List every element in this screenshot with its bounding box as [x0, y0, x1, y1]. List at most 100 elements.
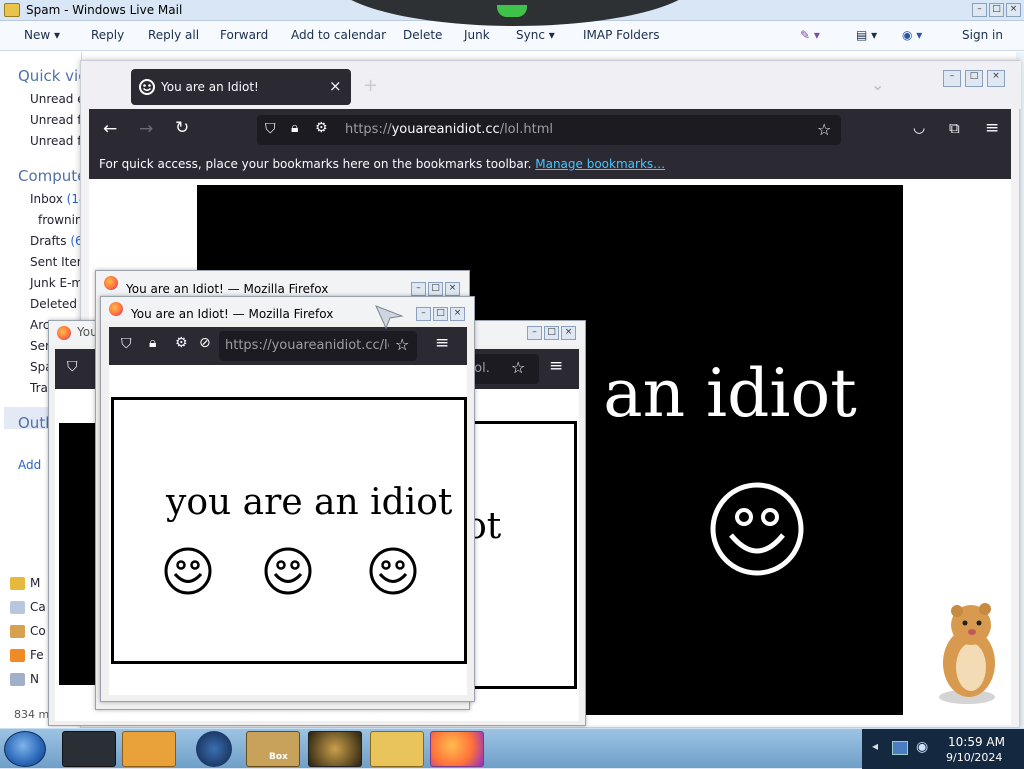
sign-in-link[interactable]: Sign in [962, 28, 1003, 42]
add-account-link[interactable]: Add [18, 458, 41, 472]
tab-close-icon[interactable]: × [329, 77, 342, 95]
lock-icon[interactable]: 🔒︎ [291, 120, 298, 136]
folder-sent[interactable]: Sent Item [30, 255, 81, 269]
menu-icon[interactable]: ≡ [435, 333, 449, 353]
nav-calendar[interactable]: Ca [30, 600, 46, 614]
delete-button[interactable]: Delete [403, 28, 442, 42]
bookmark-star-icon[interactable]: ☆ [511, 358, 525, 377]
reload-icon[interactable]: ↻ [175, 118, 189, 138]
shield-tray-icon[interactable]: ◉ [916, 739, 928, 755]
quick-view-item[interactable]: Unread fr [30, 113, 81, 127]
junk-button[interactable]: Junk [464, 28, 490, 42]
calendar-icon [10, 601, 25, 614]
folder-junk[interactable]: Junk E-m [30, 276, 81, 290]
tracking-shield-icon[interactable]: ⛉ [265, 121, 276, 137]
tray-expand-icon[interactable]: ◂ [872, 739, 878, 753]
folder-ser[interactable]: Ser [30, 339, 50, 353]
taskbar-game-icon[interactable] [308, 731, 362, 767]
minimize-icon[interactable]: – [416, 307, 431, 321]
minimize-icon[interactable]: – [527, 326, 542, 340]
quick-view-item[interactable]: Unread e [30, 92, 81, 106]
gadget-green-icon [497, 5, 527, 17]
folder-drafts[interactable]: Drafts (6 [30, 234, 81, 248]
back-icon[interactable]: ← [103, 119, 117, 139]
nav-newsgroups[interactable]: N [30, 672, 39, 686]
maximize-icon[interactable]: □ [433, 307, 448, 321]
computer-account-header[interactable]: Compute [18, 167, 81, 185]
autoplay-blocked-icon[interactable]: ⊘ [199, 335, 211, 351]
close-icon[interactable]: × [445, 282, 460, 296]
menu-icon[interactable]: ≡ [985, 118, 999, 138]
quick-view-item[interactable]: Unread fe [30, 134, 81, 148]
folder-inbox[interactable]: Inbox (14 [30, 192, 81, 206]
folder-deleted[interactable]: Deleted It [30, 297, 81, 311]
smiley-favicon-icon [139, 79, 155, 95]
taskbar-firefox-icon[interactable] [430, 731, 484, 767]
bookmark-star-icon[interactable]: ☆ [817, 120, 831, 139]
bookmark-star-icon[interactable]: ☆ [395, 335, 409, 354]
popup-title: You are an Idiot! — Mozilla Firefox [131, 307, 334, 321]
maximize-icon[interactable]: □ [989, 3, 1004, 17]
imap-folders-button[interactable]: IMAP Folders [583, 28, 660, 42]
list-tabs-icon[interactable]: ⌄ [871, 75, 884, 94]
tracking-shield-icon[interactable]: ⛉ [121, 336, 132, 352]
forward-button[interactable]: Forward [220, 28, 268, 42]
smiley-icon [164, 547, 212, 595]
folder-tra[interactable]: Tra [30, 381, 48, 395]
reply-all-button[interactable]: Reply all [148, 28, 199, 42]
maximize-icon[interactable]: □ [965, 70, 983, 87]
view-icon[interactable]: ▤ ▾ [856, 28, 877, 42]
new-tab-icon[interactable]: + [363, 75, 378, 96]
menu-icon[interactable]: ≡ [549, 356, 563, 376]
folder-inbox-sub[interactable]: frownin [38, 213, 81, 227]
taskbar-globe-icon[interactable] [196, 731, 232, 767]
close-icon[interactable]: × [987, 70, 1005, 87]
close-icon[interactable]: × [561, 326, 576, 340]
taskbar-mail-icon[interactable] [370, 731, 424, 767]
maximize-icon[interactable]: □ [428, 282, 443, 296]
network-icon[interactable] [892, 741, 908, 755]
pen-icon[interactable]: ✎ ▾ [800, 28, 820, 42]
reply-button[interactable]: Reply [91, 28, 124, 42]
outlook-account-header[interactable]: Outl [18, 414, 49, 432]
url-bar[interactable]: ⛉ 🔒︎ ⚙ https://youareanidiot.cc/lol.html… [257, 115, 841, 145]
close-icon[interactable]: × [450, 307, 465, 321]
hamster-image [939, 603, 995, 704]
new-button[interactable]: New ▾ [24, 28, 60, 42]
add-to-calendar-button[interactable]: Add to calendar [291, 28, 386, 42]
tracking-shield-icon[interactable]: ⛉ [67, 359, 78, 375]
extensions-icon[interactable]: ⧉ [949, 119, 960, 137]
maximize-icon[interactable]: □ [544, 326, 559, 340]
clock-time[interactable]: 10:59 AM [948, 735, 1005, 749]
tab-label: You are an Idiot! [161, 80, 259, 94]
pocket-icon[interactable]: ◡ [913, 120, 925, 136]
tab-you-are-an-idiot[interactable]: You are an Idiot! × [131, 69, 351, 105]
taskbar-box-app[interactable]: Box [246, 731, 300, 767]
taskbar-app-dark-box-icon[interactable] [62, 731, 116, 767]
minimize-icon[interactable]: – [972, 3, 987, 17]
sync-button[interactable]: Sync ▾ [516, 28, 555, 42]
start-button[interactable] [4, 731, 46, 767]
manage-bookmarks-link[interactable]: Manage bookmarks… [535, 157, 665, 171]
nav-contacts[interactable]: Co [30, 624, 46, 638]
newsgroups-icon [10, 673, 25, 686]
close-icon[interactable]: × [1006, 3, 1021, 17]
minimize-icon[interactable]: – [943, 70, 961, 87]
nav-mail[interactable]: M [30, 576, 40, 590]
permissions-icon[interactable]: ⚙ [175, 335, 188, 351]
nav-feeds[interactable]: Fe [30, 648, 44, 662]
minimize-icon[interactable]: – [411, 282, 426, 296]
lock-icon[interactable]: 🔒︎ [149, 335, 156, 351]
mouse-cursor-icon [375, 305, 404, 330]
url-text: https://youareanidiot.cc/lol.html [345, 122, 553, 137]
url-bar[interactable]: https://youareanidiot.cc/lol. ☆ [219, 331, 417, 361]
taskbar-media-player-icon[interactable] [122, 731, 176, 767]
firefox-icon [57, 326, 71, 340]
help-icon[interactable]: ◉ ▾ [902, 28, 922, 42]
forward-icon[interactable]: → [139, 119, 153, 139]
permissions-icon[interactable]: ⚙ [315, 120, 328, 136]
clock-date[interactable]: 9/10/2024 [946, 751, 1002, 764]
taskbar: Box ◂ ◉ 10:59 AM 9/10/2024 [0, 728, 1024, 769]
quick-views-header[interactable]: Quick vie [18, 67, 81, 85]
folder-archive[interactable]: Arc [30, 318, 49, 332]
